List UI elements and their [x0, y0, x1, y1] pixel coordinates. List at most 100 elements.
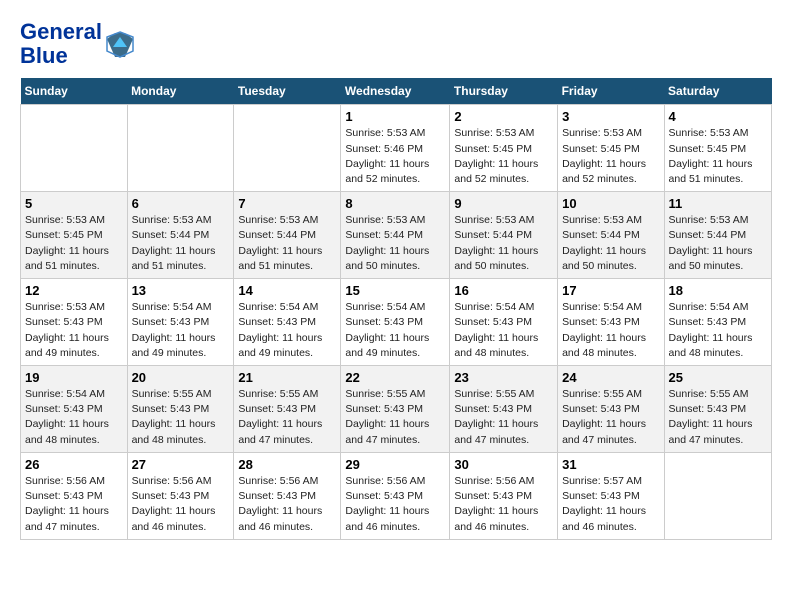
cell-info: Sunrise: 5:55 AMSunset: 5:43 PMDaylight:… — [454, 387, 553, 448]
cell-info: Sunrise: 5:53 AMSunset: 5:44 PMDaylight:… — [669, 213, 767, 274]
calendar-cell: 19 Sunrise: 5:54 AMSunset: 5:43 PMDayligh… — [21, 366, 128, 453]
day-number: 16 — [454, 283, 553, 298]
day-number: 8 — [345, 196, 445, 211]
day-number: 6 — [132, 196, 230, 211]
calendar-cell — [664, 452, 771, 539]
cell-info: Sunrise: 5:53 AMSunset: 5:44 PMDaylight:… — [132, 213, 230, 274]
day-number: 17 — [562, 283, 659, 298]
calendar-cell: 15Sunrise: 5:54 AMSunset: 5:43 PMDayligh… — [341, 279, 450, 366]
day-number: 25 — [669, 370, 767, 385]
logo-icon — [105, 29, 135, 59]
calendar-cell: 26 Sunrise: 5:56 AMSunset: 5:43 PMDayligh… — [21, 452, 128, 539]
cell-info: Sunrise: 5:55 AMSunset: 5:43 PMDaylight:… — [132, 387, 230, 448]
calendar-cell: 17 Sunrise: 5:54 AMSunset: 5:43 PMDayligh… — [558, 279, 664, 366]
day-number: 30 — [454, 457, 553, 472]
cell-info: Sunrise: 5:56 AMSunset: 5:43 PMDaylight:… — [132, 474, 230, 535]
cell-info: Sunrise: 5:56 AMSunset: 5:43 PMDaylight:… — [454, 474, 553, 535]
day-number: 26 — [25, 457, 123, 472]
day-header-tuesday: Tuesday — [234, 78, 341, 105]
day-number: 13 — [132, 283, 230, 298]
day-header-wednesday: Wednesday — [341, 78, 450, 105]
calendar-cell — [21, 105, 128, 192]
cell-info: Sunrise: 5:56 AMSunset: 5:43 PMDaylight:… — [25, 474, 123, 535]
day-number: 2 — [454, 109, 553, 124]
cell-info: Sunrise: 5:54 AMSunset: 5:43 PMDaylight:… — [132, 300, 230, 361]
cell-info: Sunrise: 5:53 AMSunset: 5:45 PMDaylight:… — [25, 213, 123, 274]
calendar-cell: 21 Sunrise: 5:55 AMSunset: 5:43 PMDayligh… — [234, 366, 341, 453]
calendar-cell: 25 Sunrise: 5:55 AMSunset: 5:43 PMDayligh… — [664, 366, 771, 453]
cell-info: Sunrise: 5:54 AMSunset: 5:43 PMDaylight:… — [25, 387, 123, 448]
day-number: 24 — [562, 370, 659, 385]
calendar-cell: 12 Sunrise: 5:53 AMSunset: 5:43 PMDayligh… — [21, 279, 128, 366]
cell-info: Sunrise: 5:55 AMSunset: 5:43 PMDaylight:… — [669, 387, 767, 448]
day-number: 5 — [25, 196, 123, 211]
day-number: 23 — [454, 370, 553, 385]
cell-info: Sunrise: 5:53 AMSunset: 5:44 PMDaylight:… — [345, 213, 445, 274]
day-number: 9 — [454, 196, 553, 211]
calendar-cell: 23 Sunrise: 5:55 AMSunset: 5:43 PMDayligh… — [450, 366, 558, 453]
cell-info: Sunrise: 5:53 AMSunset: 5:45 PMDaylight:… — [454, 126, 553, 187]
calendar-cell: 14 Sunrise: 5:54 AMSunset: 5:43 PMDayligh… — [234, 279, 341, 366]
cell-info: Sunrise: 5:54 AMSunset: 5:43 PMDaylight:… — [238, 300, 336, 361]
calendar-table: SundayMondayTuesdayWednesdayThursdayFrid… — [20, 78, 772, 539]
calendar-cell: 27 Sunrise: 5:56 AMSunset: 5:43 PMDayligh… — [127, 452, 234, 539]
day-number: 12 — [25, 283, 123, 298]
cell-info: Sunrise: 5:56 AMSunset: 5:43 PMDaylight:… — [345, 474, 445, 535]
day-number: 4 — [669, 109, 767, 124]
calendar-cell: 11 Sunrise: 5:53 AMSunset: 5:44 PMDayligh… — [664, 192, 771, 279]
week-row-3: 12 Sunrise: 5:53 AMSunset: 5:43 PMDayligh… — [21, 279, 772, 366]
calendar-cell: 7 Sunrise: 5:53 AMSunset: 5:44 PMDaylight… — [234, 192, 341, 279]
cell-info: Sunrise: 5:54 AMSunset: 5:43 PMDaylight:… — [345, 300, 445, 361]
calendar-cell: 22Sunrise: 5:55 AMSunset: 5:43 PMDayligh… — [341, 366, 450, 453]
calendar-cell: 9 Sunrise: 5:53 AMSunset: 5:44 PMDaylight… — [450, 192, 558, 279]
calendar-cell: 2 Sunrise: 5:53 AMSunset: 5:45 PMDaylight… — [450, 105, 558, 192]
calendar-cell: 4 Sunrise: 5:53 AMSunset: 5:45 PMDaylight… — [664, 105, 771, 192]
page-header: GeneralBlue — [20, 20, 772, 68]
day-number: 22 — [345, 370, 445, 385]
day-number: 18 — [669, 283, 767, 298]
day-number: 3 — [562, 109, 659, 124]
week-row-4: 19 Sunrise: 5:54 AMSunset: 5:43 PMDayligh… — [21, 366, 772, 453]
calendar-cell: 31 Sunrise: 5:57 AMSunset: 5:43 PMDayligh… — [558, 452, 664, 539]
cell-info: Sunrise: 5:53 AMSunset: 5:44 PMDaylight:… — [562, 213, 659, 274]
week-row-2: 5 Sunrise: 5:53 AMSunset: 5:45 PMDaylight… — [21, 192, 772, 279]
day-number: 19 — [25, 370, 123, 385]
calendar-cell: 20 Sunrise: 5:55 AMSunset: 5:43 PMDayligh… — [127, 366, 234, 453]
calendar-cell: 16 Sunrise: 5:54 AMSunset: 5:43 PMDayligh… — [450, 279, 558, 366]
calendar-cell: 18 Sunrise: 5:54 AMSunset: 5:43 PMDayligh… — [664, 279, 771, 366]
cell-info: Sunrise: 5:53 AMSunset: 5:43 PMDaylight:… — [25, 300, 123, 361]
cell-info: Sunrise: 5:57 AMSunset: 5:43 PMDaylight:… — [562, 474, 659, 535]
calendar-cell: 5 Sunrise: 5:53 AMSunset: 5:45 PMDaylight… — [21, 192, 128, 279]
day-number: 28 — [238, 457, 336, 472]
cell-info: Sunrise: 5:53 AMSunset: 5:44 PMDaylight:… — [454, 213, 553, 274]
cell-info: Sunrise: 5:53 AMSunset: 5:46 PMDaylight:… — [345, 126, 445, 187]
day-number: 20 — [132, 370, 230, 385]
cell-info: Sunrise: 5:56 AMSunset: 5:43 PMDaylight:… — [238, 474, 336, 535]
day-number: 10 — [562, 196, 659, 211]
calendar-cell: 29 Sunrise: 5:56 AMSunset: 5:43 PMDayligh… — [341, 452, 450, 539]
day-number: 14 — [238, 283, 336, 298]
cell-info: Sunrise: 5:54 AMSunset: 5:43 PMDaylight:… — [454, 300, 553, 361]
day-number: 7 — [238, 196, 336, 211]
cell-info: Sunrise: 5:53 AMSunset: 5:45 PMDaylight:… — [562, 126, 659, 187]
calendar-cell — [127, 105, 234, 192]
day-number: 27 — [132, 457, 230, 472]
cell-info: Sunrise: 5:53 AMSunset: 5:45 PMDaylight:… — [669, 126, 767, 187]
calendar-cell: 10 Sunrise: 5:53 AMSunset: 5:44 PMDayligh… — [558, 192, 664, 279]
cell-info: Sunrise: 5:55 AMSunset: 5:43 PMDaylight:… — [562, 387, 659, 448]
day-header-saturday: Saturday — [664, 78, 771, 105]
calendar-cell: 28 Sunrise: 5:56 AMSunset: 5:43 PMDayligh… — [234, 452, 341, 539]
day-number: 11 — [669, 196, 767, 211]
day-header-thursday: Thursday — [450, 78, 558, 105]
day-number: 31 — [562, 457, 659, 472]
calendar-cell: 1Sunrise: 5:53 AMSunset: 5:46 PMDaylight… — [341, 105, 450, 192]
day-number: 21 — [238, 370, 336, 385]
day-number: 29 — [345, 457, 445, 472]
cell-info: Sunrise: 5:54 AMSunset: 5:43 PMDaylight:… — [669, 300, 767, 361]
cell-info: Sunrise: 5:53 AMSunset: 5:44 PMDaylight:… — [238, 213, 336, 274]
calendar-cell: 3 Sunrise: 5:53 AMSunset: 5:45 PMDaylight… — [558, 105, 664, 192]
cell-info: Sunrise: 5:54 AMSunset: 5:43 PMDaylight:… — [562, 300, 659, 361]
cell-info: Sunrise: 5:55 AMSunset: 5:43 PMDaylight:… — [238, 387, 336, 448]
week-row-5: 26 Sunrise: 5:56 AMSunset: 5:43 PMDayligh… — [21, 452, 772, 539]
day-header-friday: Friday — [558, 78, 664, 105]
